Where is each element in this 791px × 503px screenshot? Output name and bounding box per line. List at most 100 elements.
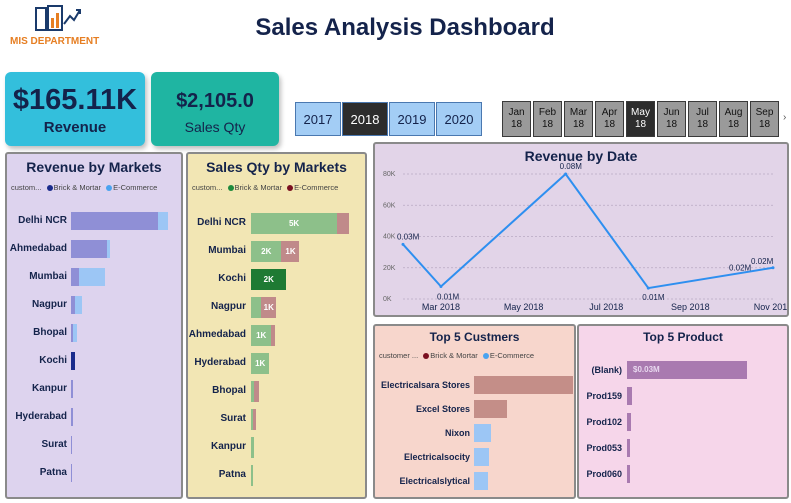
month-button-apr[interactable]: Apr 18 <box>595 101 624 137</box>
revenue-bar-brick[interactable] <box>71 352 76 370</box>
customer-bar[interactable] <box>474 448 489 466</box>
market-label: Ahmedabad <box>188 329 246 340</box>
y-tick-label: 20K <box>383 265 396 272</box>
revenue-bar-brick[interactable] <box>71 380 73 398</box>
revenue-line[interactable] <box>402 172 774 290</box>
product-bar[interactable] <box>627 387 632 405</box>
legend-caption: custom... <box>11 183 42 192</box>
x-tick-label: Sep 2018 <box>671 302 710 312</box>
year-button-2018[interactable]: 2018 <box>342 102 388 136</box>
month-button-may[interactable]: May 18 <box>626 101 655 137</box>
month-button-jan[interactable]: Jan 18 <box>502 101 531 137</box>
qty-bar-label: 5K <box>288 219 300 228</box>
revenue-bar-ecom[interactable] <box>157 212 168 230</box>
month-label: Mar <box>569 107 588 118</box>
line-point[interactable] <box>646 286 650 290</box>
customer-bar[interactable] <box>474 376 573 394</box>
year-button-2019[interactable]: 2019 <box>389 102 435 136</box>
year-button-2017[interactable]: 2017 <box>295 102 341 136</box>
qty-bar-brick[interactable] <box>251 297 262 318</box>
kpi-revenue-label: Revenue <box>43 119 107 136</box>
qty-bar-ecom[interactable] <box>254 381 260 402</box>
line-point-label: 0.03M <box>397 232 420 241</box>
line-point[interactable] <box>564 172 568 176</box>
month-label: Aug <box>724 107 743 118</box>
logo-chart-icon <box>35 5 81 31</box>
month-button-aug[interactable]: Aug 18 <box>719 101 748 137</box>
top-customers-legend: customer ... Brick & Mortar E-Commerce <box>379 351 534 360</box>
product-bar[interactable] <box>627 465 630 483</box>
x-tick-label: Mar 2018 <box>422 302 460 312</box>
customer-bar[interactable] <box>474 424 491 442</box>
y-tick-label: 60K <box>383 202 396 209</box>
sales-qty-by-markets-panel: Sales Qty by Markets custom... Brick & M… <box>186 152 367 499</box>
month-button-mar[interactable]: Mar 18 <box>564 101 593 137</box>
market-label: Patna <box>39 467 67 478</box>
month-label: Jul <box>696 107 709 118</box>
product-label: (Blank) <box>591 365 622 375</box>
line-point[interactable] <box>401 242 405 246</box>
revenue-bar-brick[interactable] <box>71 436 73 454</box>
sales-qty-by-markets-title: Sales Qty by Markets <box>206 159 347 175</box>
revenue-bar-ecom[interactable] <box>79 268 105 286</box>
customer-label: Excel Stores <box>415 404 470 414</box>
year-button-2020[interactable]: 2020 <box>436 102 482 136</box>
market-label: Kochi <box>39 355 67 366</box>
revenue-by-date-chart: 0K 20K 40K 60K 80K Mar 2018 May 2018 Jul 2018 Se… <box>383 162 787 312</box>
kpi-card-sales-qty: $2,105.0 Sales Qty <box>151 72 279 146</box>
product-label: Prod053 <box>586 443 622 453</box>
legend-ecom-label: E-Commerce <box>113 183 158 192</box>
month-button-jul[interactable]: Jul 18 <box>688 101 717 137</box>
qty-bar-ecom[interactable] <box>336 213 349 234</box>
market-label: Ahmedabad <box>9 243 67 254</box>
line-point-label: 0.01M <box>642 293 665 302</box>
revenue-bar-brick[interactable] <box>71 464 72 482</box>
qty-bar-brick[interactable] <box>251 465 253 486</box>
month-button-feb[interactable]: Feb 18 <box>533 101 562 137</box>
qty-bar-ecom[interactable] <box>253 409 257 430</box>
qty-bar-ecom[interactable] <box>271 325 276 346</box>
revenue-bar-ecom[interactable] <box>75 296 83 314</box>
line-point[interactable] <box>439 285 443 288</box>
legend-brick-label: Brick & Mortar <box>53 183 102 192</box>
legend-brick-label: Brick & Mortar <box>234 183 283 192</box>
line-point-label: 0.01M <box>437 293 460 302</box>
revenue-by-date-panel: Revenue by Date 0K 20K 40K 60K 80K Mar 2018 Ma… <box>373 142 789 317</box>
qty-bar-label: 1K <box>263 303 274 312</box>
product-bar[interactable] <box>627 413 631 431</box>
market-label: Delhi NCR <box>197 217 246 228</box>
market-label: Hyderabad <box>15 411 67 422</box>
customer-bar[interactable] <box>474 472 488 490</box>
customer-bar[interactable] <box>474 400 507 418</box>
customer-label: Electricalsocity <box>403 452 470 462</box>
revenue-bar-brick[interactable] <box>71 268 80 286</box>
sales-qty-legend: custom... Brick & Mortar E-Commerce <box>192 183 338 192</box>
market-label: Patna <box>218 469 246 480</box>
qty-bar-label: 1K <box>285 247 296 256</box>
qty-bar-label: 2K <box>263 275 274 284</box>
customer-label: Electricalslytical <box>399 476 470 486</box>
month-year-label: 18 <box>696 119 709 130</box>
legend-ecom-label: E-Commerce <box>489 351 535 360</box>
kpi-card-revenue: $165.11K Revenue <box>5 72 145 146</box>
legend-ecom-dot <box>482 353 489 360</box>
legend-caption: custom... <box>192 183 223 192</box>
revenue-bar-ecom[interactable] <box>106 240 110 258</box>
revenue-bar-brick[interactable] <box>71 408 73 426</box>
revenue-bar-ecom[interactable] <box>72 324 78 342</box>
revenue-bar-brick[interactable] <box>71 240 107 258</box>
market-label: Bhopal <box>33 327 67 338</box>
revenue-bar-brick[interactable] <box>71 212 158 230</box>
month-button-jun[interactable]: Jun 18 <box>657 101 686 137</box>
month-button-sep[interactable]: Sep 18 <box>750 101 779 137</box>
revenue-by-markets-legend: custom... Brick & Mortar E-Commerce <box>11 183 157 192</box>
month-label: May <box>631 107 650 118</box>
line-point-label: 0.02M <box>751 257 774 266</box>
month-slicer-next-icon[interactable]: › <box>783 112 786 123</box>
line-point[interactable] <box>771 266 775 270</box>
product-bar[interactable] <box>627 439 630 457</box>
qty-bar-brick[interactable] <box>251 437 255 458</box>
y-tick-label: 40K <box>383 234 396 241</box>
customer-label: Electricalsara Stores <box>380 380 470 390</box>
month-year-label: 18 <box>572 119 585 130</box>
